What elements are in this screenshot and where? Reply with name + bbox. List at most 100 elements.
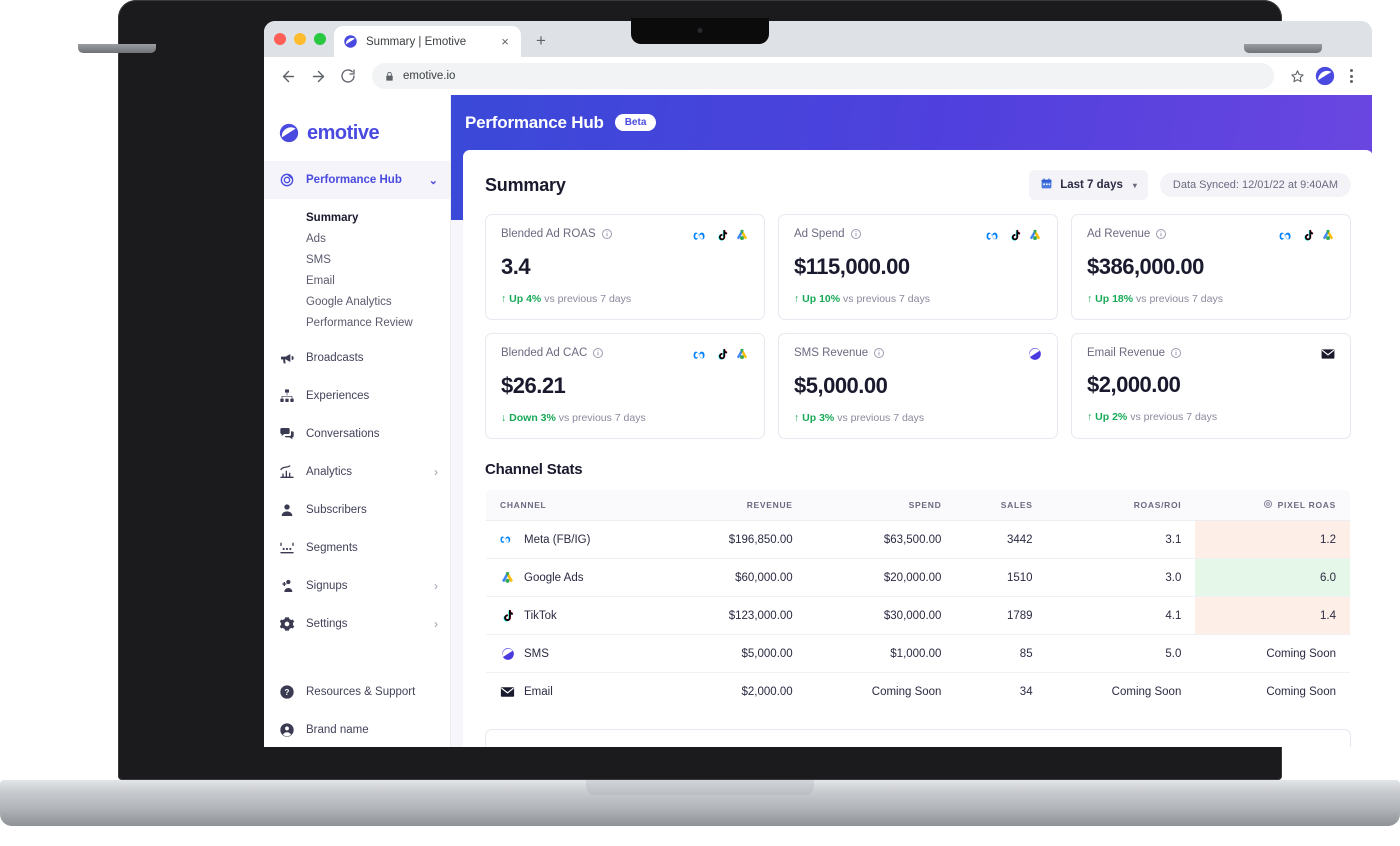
sidebar-item-label: Settings [306,618,348,630]
google-ads-icon [500,570,515,585]
google-ads-icon [735,228,749,247]
column-header-revenue[interactable]: REVENUE [666,490,807,521]
sidebar-group-performance-hub[interactable]: Performance Hub ⌄ [264,161,450,199]
cell-pixel-roas: 1.2 [1195,520,1350,559]
target-small-icon [1263,499,1273,511]
address-bar[interactable]: emotive.io [372,63,1274,89]
column-header-pixel-roas-label: PIXEL ROAS [1277,500,1336,510]
kpi-channel-icons [1321,347,1335,365]
channel-name: Email [524,685,553,698]
new-tab-button[interactable]: + [527,27,555,55]
table-row[interactable]: Meta (FB/IG) $196,850.00 $63,500.00 3442… [486,520,1350,559]
sidebar-item-brand-name[interactable]: Brand name [264,711,450,747]
sidebar-item-signups[interactable]: Signups › [264,567,450,605]
kpi-delta-period: vs previous 7 days [558,412,646,424]
kpi-delta-value: Down 3% [509,412,556,424]
star-icon[interactable] [1284,63,1310,89]
toolbar-right-actions [1284,63,1362,89]
column-header-pixel-roas[interactable]: PIXEL ROAS [1195,490,1350,521]
segments-icon [278,540,295,557]
sidebar-item-analytics[interactable]: Analytics › [264,453,450,491]
sidebar-item-email[interactable]: Email [264,270,450,291]
kebab-menu-icon[interactable] [1340,63,1362,89]
kpi-label: Blended Ad CAC [501,347,588,359]
sitemap-icon [278,388,295,405]
maximize-window-button[interactable] [314,33,326,45]
sidebar-item-label: Experiences [306,390,370,402]
sidebar-item-google-analytics[interactable]: Google Analytics [264,291,450,312]
megaphone-icon [278,350,295,367]
back-arrow-icon[interactable] [274,62,302,90]
close-window-button[interactable] [274,33,286,45]
cell-pixel-roas: 6.0 [1195,558,1350,597]
kpi-delta: ↑ Up 3% vs previous 7 days [794,412,1042,424]
cell-channel: Google Ads [486,558,667,597]
chevron-right-icon[interactable]: › [434,579,438,593]
sidebar-item-broadcasts[interactable]: Broadcasts [264,339,450,377]
cell-revenue: $5,000.00 [666,634,807,673]
info-icon[interactable] [601,228,613,240]
info-icon[interactable] [850,228,862,240]
reload-icon[interactable] [334,62,362,90]
chevron-down-icon[interactable]: ⌄ [429,174,438,187]
signups-icon [278,578,295,595]
sidebar-item-resources-support[interactable]: ? Resources & Support [264,673,450,711]
date-range-picker[interactable]: Last 7 days ▾ [1029,170,1148,200]
kpi-value: $386,000.00 [1087,254,1204,279]
kpi-label: Blended Ad ROAS [501,228,596,240]
kpi-delta: ↑ Up 10% vs previous 7 days [794,293,1042,305]
column-header-channel[interactable]: CHANNEL [486,490,667,521]
forward-arrow-icon[interactable] [304,62,332,90]
info-icon[interactable] [1155,228,1167,240]
info-icon[interactable] [1170,347,1182,359]
beta-badge: Beta [614,114,657,131]
column-header-sales[interactable]: SALES [955,490,1047,521]
sidebar-item-performance-review[interactable]: Performance Review [264,312,450,333]
sidebar-item-ads[interactable]: Ads [264,228,450,249]
chevron-right-icon[interactable]: › [434,617,438,631]
sidebar-item-summary[interactable]: Summary [264,207,450,228]
target-icon [278,172,295,189]
trend-down-icon: ↓ [501,412,507,424]
meta-icon [1279,229,1296,247]
table-row[interactable]: Google Ads $60,000.00 $20,000.00 1510 3.… [486,558,1350,597]
browser-tab[interactable]: Summary | Emotive × [334,26,521,57]
sidebar-item-label: Segments [306,542,358,554]
sidebar-item-label: Resources & Support [306,686,416,698]
laptop-foot-right [1244,44,1322,53]
meta-icon [693,348,710,366]
kpi-delta: ↑ Up 18% vs previous 7 days [1087,293,1335,305]
emotive-avatar-icon[interactable] [1314,65,1336,87]
chevron-right-icon[interactable]: › [434,465,438,479]
kpi-card-ad-revenue: Ad Revenue $386,000.00 ↑ Up 18% vs previ… [1071,214,1351,320]
trend-up-icon: ↑ [794,293,800,305]
google-ads-icon [1028,228,1042,247]
close-tab-icon[interactable]: × [498,35,512,49]
brand-logo[interactable]: emotive [264,109,450,151]
emotive-logo-icon [343,34,358,49]
cell-sales: 34 [1019,685,1033,698]
sidebar-item-experiences[interactable]: Experiences [264,377,450,415]
cell-pixel-roas: Coming Soon [1195,634,1350,673]
cell-sales: 1789 [955,596,1047,635]
sidebar-item-segments[interactable]: Segments [264,529,450,567]
column-header-spend[interactable]: SPEND [806,490,956,521]
minimize-window-button[interactable] [294,33,306,45]
column-header-roas-roi[interactable]: ROAS/ROI [1046,490,1196,521]
kpi-value: 3.4 [501,254,531,279]
chevron-down-icon[interactable]: ▾ [1133,181,1137,190]
sidebar-item-subscribers[interactable]: Subscribers [264,491,450,529]
sidebar-item-conversations[interactable]: Conversations [264,415,450,453]
sidebar-item-sms[interactable]: SMS [264,249,450,270]
info-icon[interactable] [592,347,604,359]
info-icon[interactable] [873,347,885,359]
sidebar-item-settings[interactable]: Settings › [264,605,450,643]
meta-icon [500,532,515,547]
sms-icon [500,646,515,661]
meta-icon [693,229,710,247]
kpi-delta-period: vs previous 7 days [1136,293,1223,305]
table-row[interactable]: TikTok $123,000.00 $30,000.00 1789 4.1 1… [486,596,1350,635]
channel-name: Meta (FB/IG) [524,533,591,546]
table-row[interactable]: Email $2,000.00 Coming Soon 34 Coming So… [486,673,1350,711]
table-row[interactable]: SMS $5,000.00 $1,000.00 85 5.0 Coming So… [486,634,1350,673]
